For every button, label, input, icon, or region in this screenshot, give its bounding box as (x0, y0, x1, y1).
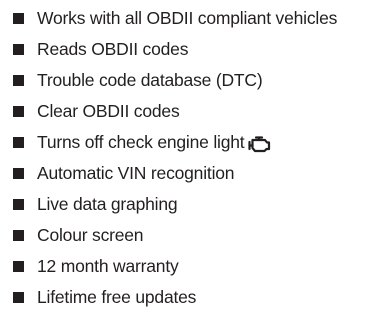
list-item: Works with all OBDII compliant vehicles (13, 3, 365, 34)
feature-label: Trouble code database (DTC) (37, 70, 263, 90)
list-item: Trouble code database (DTC) (13, 65, 365, 96)
feature-label: Turns off check engine light (37, 132, 245, 152)
square-bullet-icon (13, 75, 24, 86)
feature-label: 12 month warranty (37, 256, 179, 276)
feature-label: Clear OBDII codes (37, 101, 180, 121)
list-item: Clear OBDII codes (13, 96, 365, 127)
feature-label: Colour screen (37, 225, 144, 245)
list-item: Turns off check engine light (13, 127, 365, 158)
check-engine-icon (248, 135, 272, 153)
square-bullet-icon (13, 137, 24, 148)
square-bullet-icon (13, 106, 24, 117)
list-item: Reads OBDII codes (13, 34, 365, 65)
list-item: Lifetime free updates (13, 282, 365, 313)
square-bullet-icon (13, 168, 24, 179)
list-item: Live data graphing (13, 189, 365, 220)
square-bullet-icon (13, 13, 24, 24)
feature-label: Automatic VIN recognition (37, 163, 235, 183)
square-bullet-icon (13, 261, 24, 272)
feature-label: Lifetime free updates (37, 287, 197, 307)
feature-list: Works with all OBDII compliant vehicles … (13, 3, 365, 313)
feature-label: Works with all OBDII compliant vehicles (37, 8, 338, 28)
feature-label: Live data graphing (37, 194, 178, 214)
list-item: Automatic VIN recognition (13, 158, 365, 189)
square-bullet-icon (13, 44, 24, 55)
feature-label: Reads OBDII codes (37, 39, 189, 59)
list-item: 12 month warranty (13, 251, 365, 282)
list-item: Colour screen (13, 220, 365, 251)
square-bullet-icon (13, 292, 24, 303)
square-bullet-icon (13, 230, 24, 241)
square-bullet-icon (13, 199, 24, 210)
